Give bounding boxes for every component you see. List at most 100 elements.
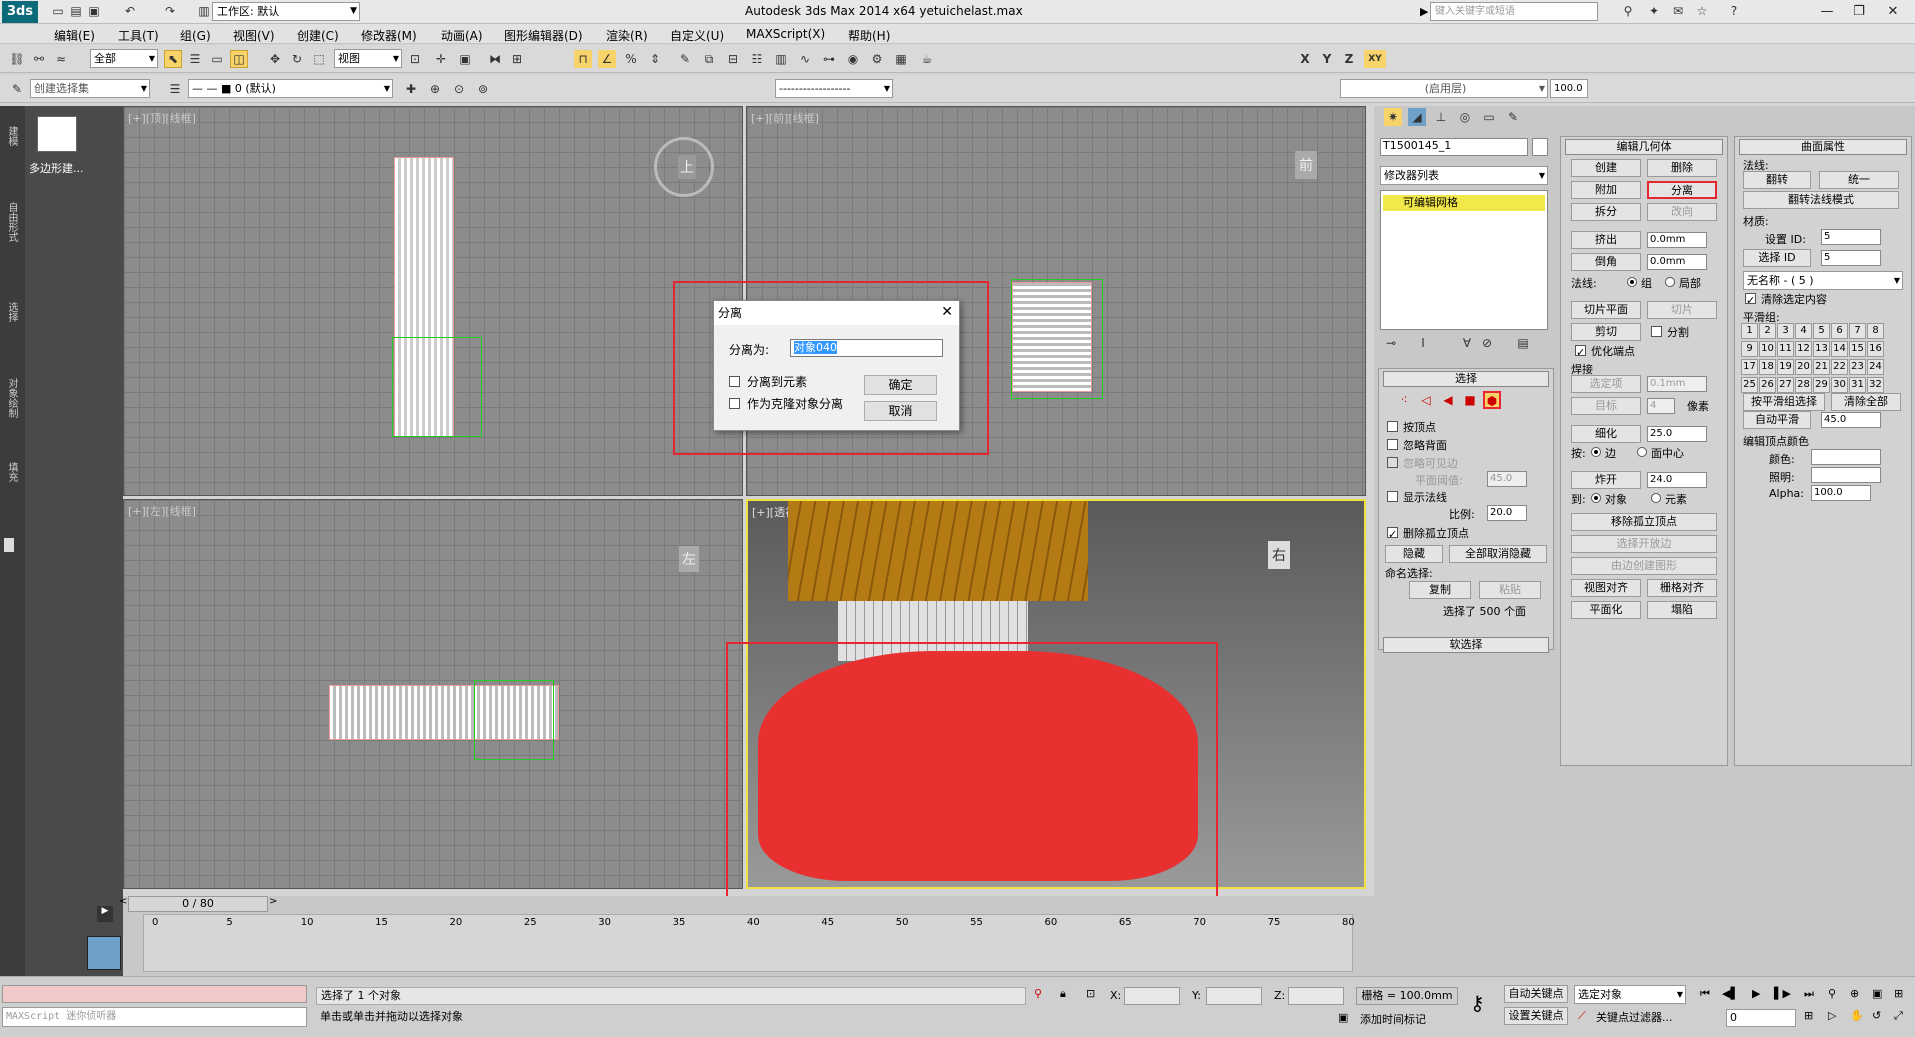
go-to-end-icon[interactable]: ⏭: [1804, 987, 1814, 1001]
object-color-swatch[interactable]: [1532, 138, 1548, 156]
snap-toggle-icon[interactable]: ⊓: [574, 50, 592, 68]
set-id-spinner[interactable]: 5: [1821, 229, 1881, 245]
time-slider[interactable]: 0 / 80: [128, 896, 268, 912]
smoothing-group-button[interactable]: 1: [1741, 323, 1758, 339]
smoothing-group-button[interactable]: 12: [1795, 341, 1812, 357]
smoothing-group-button[interactable]: 19: [1777, 359, 1794, 375]
isolate-icon[interactable]: ⚲: [1034, 987, 1042, 1000]
align-tool-icon[interactable]: ⊞: [508, 50, 526, 68]
schematic-view-icon[interactable]: ⊶: [820, 50, 838, 68]
auto-smooth-button[interactable]: 自动平滑: [1743, 411, 1811, 429]
curve-editor-icon[interactable]: ∿: [796, 50, 814, 68]
menu-item-6[interactable]: 动画(A): [441, 27, 483, 44]
set-current-layer-icon[interactable]: ⊚: [474, 80, 492, 98]
panel-expand-icon[interactable]: ▶: [97, 906, 113, 922]
menu-item-5[interactable]: 修改器(M): [361, 27, 417, 44]
viewport-left[interactable]: [+][左][线框] 左: [123, 499, 743, 889]
line-style-dropdown[interactable]: ------------------ ▼: [775, 79, 893, 98]
vertex-mode-icon[interactable]: ⁖: [1395, 391, 1413, 409]
add-to-layer-icon[interactable]: ⊕: [426, 80, 444, 98]
go-to-start-icon[interactable]: ⏮: [1700, 987, 1710, 1001]
motion-tab-icon[interactable]: ◎: [1456, 108, 1474, 126]
create-tab-icon[interactable]: ✷: [1384, 108, 1402, 126]
subscription-icon[interactable]: ✦: [1646, 3, 1662, 19]
chamfer-button[interactable]: 倒角: [1571, 253, 1641, 271]
zoom-all-icon[interactable]: ⊕: [1850, 987, 1859, 1000]
object-name-field[interactable]: T1500145_1: [1380, 138, 1528, 156]
viewcube-front-label[interactable]: 前: [1295, 151, 1317, 179]
polygon-mode-icon[interactable]: ■: [1461, 391, 1479, 409]
reference-coord-dropdown[interactable]: 视图 ▼: [334, 49, 402, 68]
chamfer-spinner[interactable]: 0.0mm: [1647, 254, 1707, 270]
menu-item-8[interactable]: 渲染(R): [606, 27, 648, 44]
open-file-icon[interactable]: ▤: [68, 3, 84, 19]
copy-button[interactable]: 复制: [1409, 581, 1471, 599]
pan-icon[interactable]: ✋: [1850, 1009, 1864, 1022]
key-mode-dropdown[interactable]: 选定对象 ▼: [1574, 985, 1686, 1004]
show-end-result-icon[interactable]: Ⅰ: [1414, 334, 1432, 352]
vertex-color-swatch[interactable]: [1811, 449, 1881, 465]
axis-xy-button[interactable]: XY: [1364, 50, 1386, 68]
named-selection-sets-dropdown[interactable]: 创建选择集 ▼: [30, 79, 150, 98]
target-pixels-spinner[interactable]: 4: [1647, 398, 1675, 414]
material-name-dropdown[interactable]: 无名称 - ( 5 ) ▼: [1743, 271, 1903, 290]
viewport-layout-icon[interactable]: [87, 936, 121, 970]
ribbon-tab-freeform[interactable]: 自由形式: [4, 202, 19, 242]
show-normals-checkbox[interactable]: [1387, 491, 1398, 502]
help-icon[interactable]: ?: [1726, 3, 1742, 19]
menu-item-9[interactable]: 自定义(U): [670, 27, 724, 44]
paste-button[interactable]: 粘贴: [1479, 581, 1541, 599]
delete-isolated-checkbox[interactable]: ✓: [1387, 527, 1398, 541]
smoothing-group-button[interactable]: 32: [1867, 377, 1884, 393]
smoothing-group-button[interactable]: 23: [1849, 359, 1866, 375]
z-coord-field[interactable]: [1288, 987, 1344, 1005]
display-tab-icon[interactable]: ▭: [1480, 108, 1498, 126]
x-coord-field[interactable]: [1124, 987, 1180, 1005]
planar-thresh-spinner[interactable]: 45.0: [1487, 471, 1527, 487]
window-crossing-icon[interactable]: ◫: [230, 50, 248, 68]
move-icon[interactable]: ✥: [266, 50, 284, 68]
select-by-sg-button[interactable]: 按平滑组选择: [1743, 393, 1825, 411]
next-frame-icon[interactable]: ▌▶: [1774, 987, 1791, 1000]
menu-item-10[interactable]: MAXScript(X): [746, 27, 825, 41]
save-file-icon[interactable]: ▣: [86, 3, 102, 19]
collapse-button[interactable]: 塌陷: [1647, 601, 1717, 619]
normal-group-radio[interactable]: [1627, 277, 1637, 287]
smoothing-group-button[interactable]: 24: [1867, 359, 1884, 375]
track-bar[interactable]: 0 5 10 15 20 25 30 35 40 45 50 55 60 65 70 75 80: [143, 914, 1355, 972]
add-layer-icon[interactable]: ✚: [402, 80, 420, 98]
layer-icon[interactable]: ☰: [166, 80, 184, 98]
hierarchy-tab-icon[interactable]: ⊥: [1432, 108, 1450, 126]
tessellate-button[interactable]: 细化: [1571, 425, 1641, 443]
zoom-extents-all-icon[interactable]: ⊞: [1894, 987, 1903, 1000]
add-time-tag[interactable]: 添加时间标记: [1360, 1011, 1426, 1027]
unlink-icon[interactable]: ⚯: [30, 50, 48, 68]
scale-spinner[interactable]: 20.0: [1487, 505, 1527, 521]
rect-region-icon[interactable]: ▭: [208, 50, 226, 68]
cut-button[interactable]: 剪切: [1571, 323, 1641, 341]
by-face-center-radio[interactable]: [1637, 447, 1647, 457]
soft-selection-header[interactable]: 软选择: [1383, 637, 1549, 653]
dialog-close-icon[interactable]: ✕: [941, 304, 953, 320]
material-editor-icon[interactable]: ◉: [844, 50, 862, 68]
menu-item-0[interactable]: 编辑(E): [54, 27, 95, 44]
ignore-backfacing-checkbox[interactable]: [1387, 439, 1398, 450]
search-arrow-icon[interactable]: ▶: [1420, 5, 1428, 18]
turn-button[interactable]: 改向: [1647, 203, 1717, 221]
viewport-front-label[interactable]: [+][前][线框]: [751, 110, 819, 126]
ribbon-toggle-icon[interactable]: [4, 538, 14, 552]
zoom-extents-icon[interactable]: ▣: [1872, 987, 1882, 1000]
smoothing-group-button[interactable]: 14: [1831, 341, 1848, 357]
make-unique-icon[interactable]: ∀: [1458, 334, 1476, 352]
smoothing-group-button[interactable]: 2: [1759, 323, 1776, 339]
element-mode-icon[interactable]: ⬢: [1483, 391, 1501, 409]
viewcube-persp-label[interactable]: 右: [1268, 541, 1290, 569]
favorites-icon[interactable]: ☆: [1694, 3, 1710, 19]
flip-normal-mode-button[interactable]: 翻转法线模式: [1743, 191, 1899, 209]
flip-button[interactable]: 翻转: [1743, 171, 1811, 189]
weld-target-button[interactable]: 目标: [1571, 397, 1641, 415]
viewcube-left-label[interactable]: 左: [679, 546, 699, 572]
split-checkbox[interactable]: [1651, 326, 1662, 337]
smoothing-group-button[interactable]: 25: [1741, 377, 1758, 393]
smoothing-group-button[interactable]: 3: [1777, 323, 1794, 339]
